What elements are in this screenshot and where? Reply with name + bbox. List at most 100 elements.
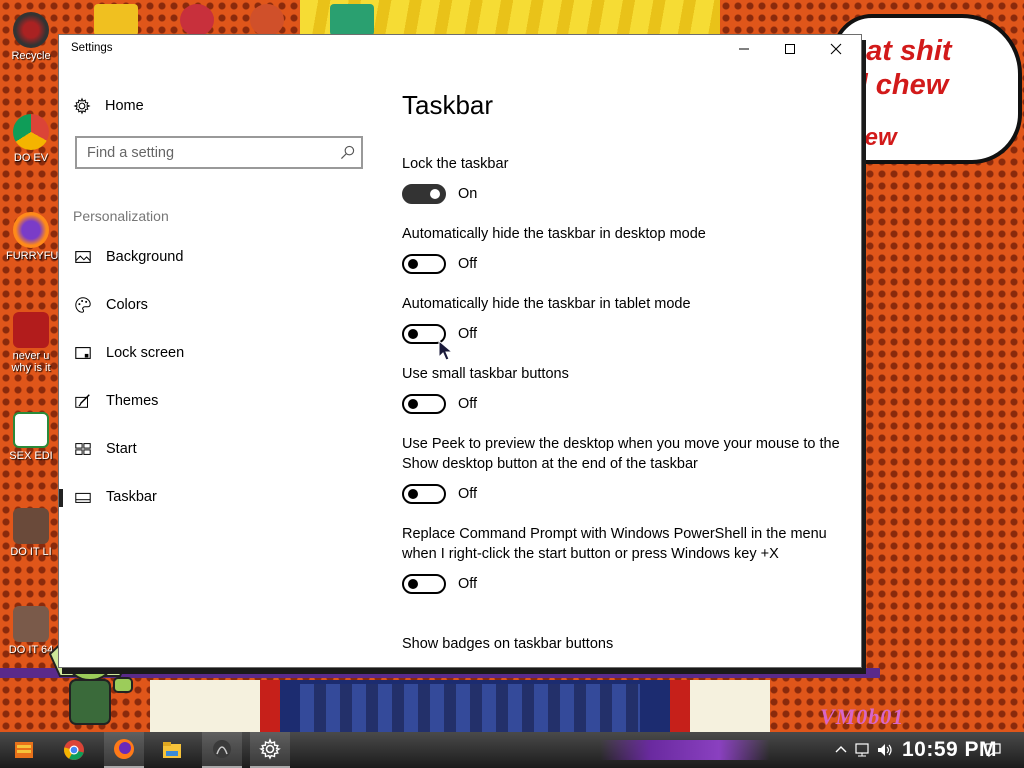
recycle-bin-icon <box>13 12 49 48</box>
setting-label: Automatically hide the taskbar in deskto… <box>402 226 706 242</box>
toggle-state: Off <box>458 326 478 342</box>
firefox-icon <box>13 212 49 248</box>
pinned-app-shortcut-2[interactable] <box>180 4 214 36</box>
maximize-button[interactable] <box>767 35 813 63</box>
autohide-desktop-toggle[interactable] <box>402 254 446 274</box>
firefox-icon <box>114 739 134 759</box>
taskbar-file-explorer[interactable] <box>152 732 192 768</box>
lock-screen-icon <box>75 347 91 359</box>
desktop-icon-do-it-li[interactable]: DO IT LI <box>6 508 56 558</box>
toggle-knob <box>408 579 418 589</box>
taskbar-app[interactable] <box>202 732 242 768</box>
toggle-knob <box>408 259 418 269</box>
toggle-state: Off <box>458 486 478 502</box>
home-link[interactable]: Home <box>73 95 144 117</box>
search-box[interactable] <box>75 136 363 169</box>
toggle-row: On <box>402 184 842 204</box>
taskbar-chrome[interactable] <box>54 732 94 768</box>
close-icon <box>830 43 842 55</box>
sidebar-item-themes[interactable]: Themes <box>59 383 379 419</box>
file-explorer-icon <box>163 742 181 758</box>
setting-autohide-tablet: Automatically hide the taskbar in tablet… <box>402 294 842 344</box>
desktop-icon-label: FURRYFU <box>6 250 59 262</box>
setting-label: Use Peek to preview the desktop when you… <box>402 436 840 472</box>
pinned-app-shortcut-4[interactable] <box>330 4 374 36</box>
search-input[interactable] <box>77 138 327 167</box>
settings-icon <box>259 738 281 760</box>
setting-lock-taskbar: Lock the taskbar On <box>402 154 842 204</box>
start-button[interactable] <box>4 732 44 768</box>
chrome-icon <box>13 114 49 150</box>
tray-chevron-icon[interactable] <box>832 741 850 759</box>
minimize-button[interactable] <box>721 35 767 63</box>
toggle-state: Off <box>458 256 478 272</box>
desktop-icon-do-ev[interactable]: DO EV <box>6 114 56 164</box>
minimize-icon <box>739 48 749 50</box>
sidebar-item-colors[interactable]: Colors <box>59 287 379 323</box>
active-indicator <box>59 489 63 507</box>
peek-toggle[interactable] <box>402 484 446 504</box>
search-icon[interactable] <box>340 145 355 160</box>
section-label-personalization: Personalization <box>73 208 169 224</box>
toggle-knob <box>408 489 418 499</box>
toggle-state: On <box>458 186 478 202</box>
portrait-icon <box>13 508 49 544</box>
desktop-icon-label: Recycle <box>11 50 51 62</box>
toggle-row: Off <box>402 324 842 344</box>
volume-icon[interactable] <box>876 741 894 759</box>
taskbar-icon <box>75 492 91 503</box>
speech-line: d <box>850 102 1020 126</box>
taskbar-settings[interactable] <box>250 732 290 768</box>
lock-taskbar-toggle[interactable] <box>402 184 446 204</box>
powershell-toggle[interactable] <box>402 574 446 594</box>
setting-peek: Use Peek to preview the desktop when you… <box>402 434 842 504</box>
desktop-icon-furryfu[interactable]: FURRYFU <box>6 212 59 262</box>
sidebar-item-start[interactable]: Start <box>59 431 379 467</box>
brush-icon <box>75 394 90 408</box>
desktop-icon-label: never u why is it <box>11 350 51 374</box>
pinned-app-shortcut-1[interactable] <box>94 4 138 36</box>
sidebar-item-taskbar[interactable]: Taskbar <box>59 479 379 515</box>
speech-line: eat shit <box>850 35 952 67</box>
sidebar-item-background[interactable]: Background <box>59 239 379 275</box>
image-icon <box>75 251 91 263</box>
sidebar-item-label: Background <box>106 249 184 265</box>
taskbar-firefox[interactable] <box>104 732 144 768</box>
app-icon <box>213 740 231 758</box>
speech-line: d chew <box>850 69 949 101</box>
network-icon[interactable] <box>854 741 872 759</box>
toggle-state: Off <box>458 576 478 592</box>
toggle-row: Off <box>402 254 842 274</box>
toggle-row: Off <box>402 484 842 504</box>
taskbar-clock[interactable]: 10:59 PM <box>902 738 997 762</box>
desktop-icon-devcpp[interactable]: never u why is it <box>6 312 56 374</box>
notification-icon[interactable] <box>984 741 1002 759</box>
title-bar[interactable]: Settings <box>59 35 861 63</box>
desktop-icon-recycle[interactable]: Recycle <box>6 12 56 62</box>
pinned-app-shortcut-3[interactable] <box>250 4 284 36</box>
setting-label: Show badges on taskbar buttons <box>402 636 614 652</box>
close-button[interactable] <box>813 35 859 63</box>
wallpaper-bottom-art <box>150 680 770 732</box>
sidebar-item-label: Taskbar <box>106 489 157 505</box>
toggle-row: Off <box>402 574 842 594</box>
window-title: Settings <box>71 42 113 54</box>
watermark: VM0b01 <box>820 704 905 729</box>
settings-window: Settings Home Personalization Backgro <box>58 34 862 668</box>
setting-label: Replace Command Prompt with Windows Powe… <box>402 526 827 562</box>
home-label: Home <box>105 98 144 114</box>
small-buttons-toggle[interactable] <box>402 394 446 414</box>
sidebar-item-label: Start <box>106 441 137 457</box>
toggle-row: Off <box>402 394 842 414</box>
sidebar-item-lock-screen[interactable]: Lock screen <box>59 335 379 371</box>
setting-autohide-desktop: Automatically hide the taskbar in deskto… <box>402 224 842 274</box>
setting-label: Use small taskbar buttons <box>402 366 569 382</box>
desktop-icon-sex-edi[interactable]: SEX EDI <box>6 412 56 462</box>
page-title: Taskbar <box>402 90 494 120</box>
desktop-icon-label: DO IT LI <box>10 546 52 558</box>
gear-icon <box>73 97 91 115</box>
start-menu-icon <box>75 443 91 455</box>
desktop-icon-label: DO EV <box>13 152 49 164</box>
desktop-icon-label: SEX EDI <box>9 450 53 462</box>
chrome-icon <box>64 740 84 760</box>
